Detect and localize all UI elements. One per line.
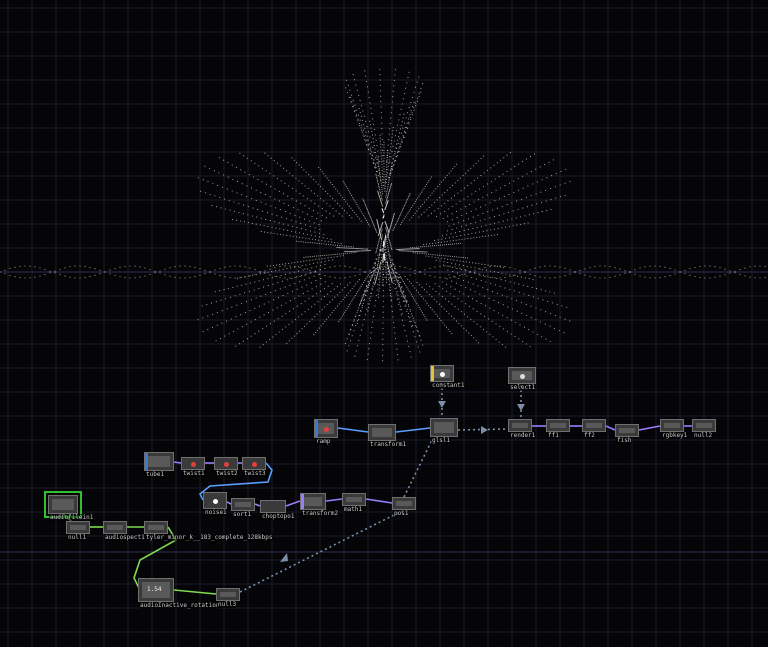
node-rgbkey1[interactable]: rgbkey1 [660, 419, 689, 439]
node-transform2[interactable]: transform2 [300, 493, 340, 517]
node-label: twist3 [243, 470, 267, 477]
node-label: sort1 [232, 511, 253, 518]
node-null2[interactable]: null2 [692, 419, 716, 439]
node-thumbnail [619, 428, 635, 433]
node-render1[interactable]: render1 [508, 419, 537, 439]
node-label: audiospect1 [104, 534, 146, 541]
node-thumbnail [70, 525, 86, 530]
node-ff2[interactable]: ff2 [582, 419, 606, 439]
node-label: fish [616, 437, 633, 444]
node-choptopo1[interactable]: choptopo1 [260, 500, 296, 520]
wire-arrow [280, 553, 288, 562]
node-tube1[interactable]: tube1 [144, 452, 174, 478]
node-sort1[interactable]: sort1 [231, 498, 255, 518]
node-wire [395, 427, 431, 433]
node-null3[interactable]: null3 [216, 588, 240, 608]
node-label: constant1 [431, 382, 466, 389]
node-twist3[interactable]: twist3 [242, 457, 267, 477]
node-null1[interactable]: null1 [66, 521, 90, 541]
node-label: ff2 [583, 432, 596, 439]
node-pos1[interactable]: pos1 [392, 497, 416, 517]
node-preview-dot [324, 426, 329, 432]
node-thumbnail [52, 499, 74, 510]
node-thumbnail [696, 423, 712, 428]
node-thumbnail [372, 428, 392, 437]
node-thumbnail [148, 456, 170, 467]
node-label: rgbkey1 [661, 432, 689, 439]
node-wire [325, 498, 343, 502]
node-preview-dot [440, 371, 445, 377]
node-thumbnail [396, 501, 412, 506]
node-thumbnail [220, 592, 236, 597]
node-label: select1 [509, 384, 537, 391]
node-audiofilein1[interactable]: audiofilein1 [44, 491, 95, 521]
node-label: null2 [693, 432, 714, 439]
node-label: tube1 [145, 471, 166, 478]
node-label: transform2 [301, 510, 340, 517]
node-wires [62, 383, 692, 595]
node-twist1[interactable]: twist1 [181, 457, 206, 477]
node-select1[interactable]: select1 [508, 367, 537, 391]
node-label: audioInactive_rotation [139, 602, 221, 609]
node-noise1[interactable]: noise1 [203, 492, 228, 516]
node-wire [173, 461, 182, 464]
node-label: noise1 [204, 509, 228, 516]
node-wire [638, 425, 661, 431]
node-twist2[interactable]: twist2 [214, 457, 239, 477]
node-label: audiofilein1 [49, 514, 95, 521]
node-ramp[interactable]: ramp [314, 419, 338, 445]
node-thumbnail [586, 423, 602, 428]
node-wire [173, 589, 217, 595]
node-thumbnail [550, 423, 566, 428]
node-label: render1 [509, 432, 537, 439]
node-preview-dot [520, 373, 525, 379]
export-wire [239, 509, 405, 593]
node-label: twist1 [182, 470, 206, 477]
node-thumbnail [148, 525, 164, 530]
node-label: math1 [343, 506, 364, 513]
node-preview-dot [224, 461, 229, 467]
node-thumbnail [235, 502, 251, 507]
export-wire [403, 439, 433, 498]
node-fish[interactable]: fish [615, 424, 639, 444]
node-thumbnail [434, 422, 454, 433]
wire-arrow [438, 401, 446, 408]
node-thumbnail [304, 497, 322, 506]
wire-arrow [517, 404, 525, 411]
node-math1[interactable]: math1 [342, 493, 366, 513]
node-label: tyler_minor_k__183_complete_128kbps [145, 534, 274, 541]
node-wire [285, 500, 301, 507]
node-glsl1[interactable]: glsl1 [430, 418, 458, 444]
node-transform1[interactable]: transform1 [368, 424, 408, 448]
node-thumbnail [107, 525, 123, 530]
node-value: 1.54 [147, 586, 162, 593]
node-audiospect1[interactable]: audiospect1 [103, 521, 146, 541]
wire-arrow [481, 426, 488, 434]
node-audioinactive-rotation[interactable]: 1.54 audioInactive_rotation [138, 578, 221, 609]
node-preview-dot [213, 498, 218, 504]
node-label: pos1 [393, 510, 410, 517]
node-thumbnail [512, 423, 528, 428]
node-label: ramp [315, 438, 332, 445]
node-wire [365, 498, 393, 504]
node-preview-dot [252, 461, 257, 467]
node-label: glsl1 [431, 437, 452, 444]
node-label: null3 [217, 601, 238, 608]
node-thumbnail [346, 497, 362, 502]
node-label: null1 [67, 534, 88, 541]
node-label: choptopo1 [261, 513, 296, 520]
node-ff1[interactable]: ff1 [546, 419, 570, 439]
node-wire [337, 427, 369, 433]
node-label: twist2 [215, 470, 239, 477]
node-label: transform1 [369, 441, 408, 448]
network-editor-canvas[interactable]: constant1 select1 ramp transform1 glsl1 … [0, 0, 768, 647]
node-label: ff1 [547, 432, 560, 439]
node-constant1[interactable]: constant1 [430, 365, 466, 389]
node-preview-dot [191, 461, 196, 467]
node-wire [605, 425, 616, 431]
node-thumbnail [664, 423, 680, 428]
node-audio-track[interactable]: tyler_minor_k__183_complete_128kbps [144, 521, 274, 541]
